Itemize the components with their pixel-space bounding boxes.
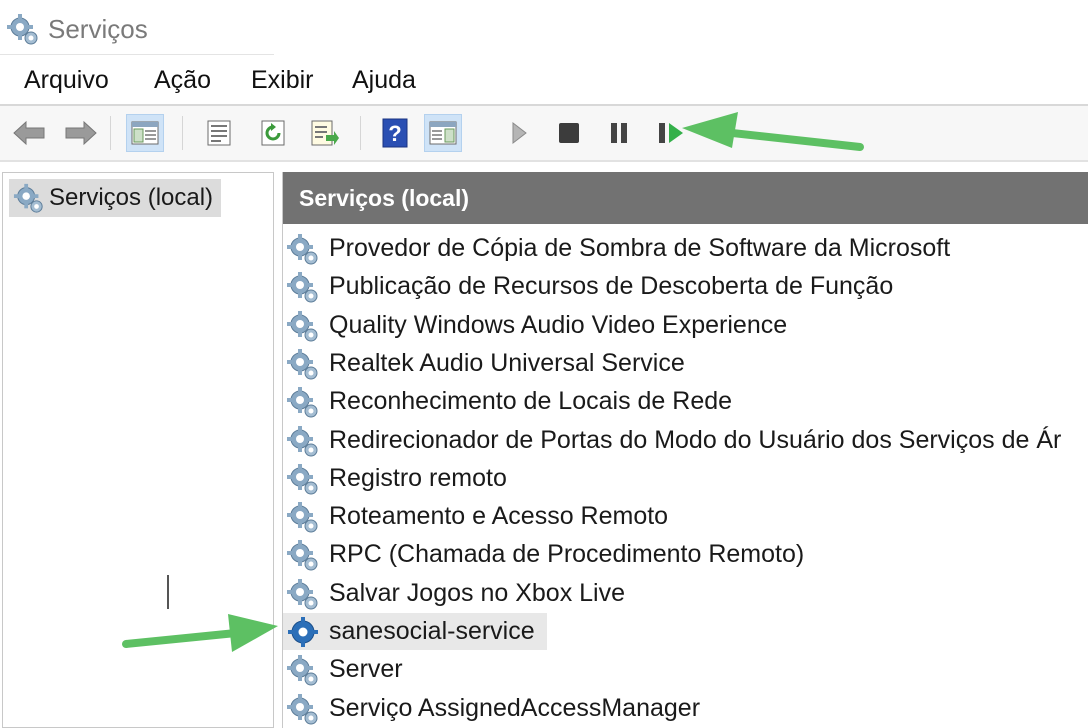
service-name: Publicação de Recursos de Descoberta de … (329, 272, 894, 301)
tree-item-services-local[interactable]: Serviços (local) (9, 179, 222, 217)
title-divider (0, 54, 274, 55)
service-gear-icon (287, 693, 318, 725)
properties-button[interactable] (200, 114, 238, 152)
service-gear-icon (287, 387, 318, 418)
refresh-button[interactable] (254, 114, 292, 152)
back-button[interactable] (10, 114, 48, 152)
service-name: Roteamento e Acesso Remoto (329, 502, 669, 531)
title-bar: Serviços (0, 0, 1088, 58)
help-icon: ? (382, 118, 408, 148)
properties-icon (207, 120, 231, 146)
export-list-icon (311, 120, 339, 146)
service-gear-icon (287, 540, 318, 571)
toolbar: ? (0, 106, 1088, 162)
service-name: sanesocial-service (329, 617, 535, 645)
service-row[interactable]: Publicação de Recursos de Descoberta de … (283, 268, 1088, 305)
back-icon (13, 120, 45, 146)
show-hide-tree-icon (131, 121, 159, 145)
service-row[interactable]: Realtek Audio Universal Service (283, 345, 1088, 382)
service-row[interactable]: Reconhecimento de Locais de Rede (283, 383, 1088, 420)
service-row[interactable]: RPC (Chamada de Procedimento Remoto) (283, 536, 1088, 573)
service-name: Redirecionador de Portas do Modo do Usuá… (329, 425, 1062, 454)
service-name: Quality Windows Audio Video Experience (329, 310, 788, 339)
service-row[interactable]: sanesocial-service (283, 613, 1088, 650)
service-row[interactable]: Serviço AssignedAccessManager (283, 690, 1088, 727)
show-hide-tree-button[interactable] (126, 114, 164, 152)
service-row[interactable]: Redirecionador de Portas do Modo do Usuá… (283, 422, 1088, 459)
console-tree: Serviços (local) (2, 172, 274, 728)
pause-service-icon (611, 123, 627, 143)
toolbar-separator (110, 116, 111, 150)
forward-icon (65, 120, 97, 146)
pause-service-button[interactable] (600, 114, 638, 152)
service-name: Salvar Jogos no Xbox Live (329, 578, 626, 607)
cursor-mark (167, 575, 169, 609)
stop-service-icon (559, 123, 579, 143)
service-gear-icon (287, 655, 318, 686)
services-panel: Serviços (local) Provedor de Cópia de So… (282, 172, 1088, 728)
start-service-icon (512, 121, 527, 145)
service-name: RPC (Chamada de Procedimento Remoto) (329, 540, 805, 569)
refresh-icon (261, 120, 285, 146)
show-hide-action-pane-button[interactable] (424, 114, 462, 152)
service-gear-icon (287, 348, 318, 380)
service-row[interactable]: Server (283, 651, 1088, 688)
service-row[interactable]: Quality Windows Audio Video Experience (283, 307, 1088, 344)
service-name: Server (329, 655, 403, 684)
services-gear-icon (7, 14, 38, 45)
svg-text:?: ? (388, 121, 401, 146)
services-gear-icon (13, 183, 43, 213)
service-gear-icon (287, 425, 318, 456)
tree-item-label: Serviços (local) (49, 184, 214, 211)
service-name: Serviço AssignedAccessManager (329, 693, 701, 722)
stop-service-button[interactable] (550, 114, 588, 152)
service-row[interactable]: Salvar Jogos no Xbox Live (283, 575, 1088, 612)
window-title: Serviços (48, 14, 148, 44)
menu-exibir[interactable]: Exibir (251, 66, 314, 95)
panel-header: Serviços (local) (283, 172, 1088, 224)
service-gear-icon (287, 502, 318, 533)
service-gear-icon (287, 463, 318, 495)
export-list-button[interactable] (306, 114, 344, 152)
toolbar-separator (182, 116, 183, 150)
service-name: Registro remoto (329, 463, 507, 492)
forward-button[interactable] (62, 114, 100, 152)
menu-arquivo[interactable]: Arquivo (24, 66, 109, 95)
menu-acao[interactable]: Ação (154, 66, 211, 95)
resume-service-button[interactable] (652, 114, 690, 152)
service-name: Provedor de Cópia de Sombra de Software … (329, 234, 951, 262)
service-gear-icon (287, 310, 318, 342)
service-row[interactable]: Provedor de Cópia de Sombra de Software … (283, 230, 1088, 267)
service-name: Reconhecimento de Locais de Rede (329, 387, 733, 416)
service-gear-icon (287, 234, 318, 265)
start-service-button[interactable] (500, 114, 538, 152)
resume-service-icon (659, 123, 683, 143)
panel-title: Serviços (local) (299, 185, 470, 211)
service-gear-icon (287, 578, 318, 610)
service-row[interactable]: Roteamento e Acesso Remoto (283, 498, 1088, 535)
toolbar-separator (360, 116, 361, 150)
service-name: Realtek Audio Universal Service (329, 348, 685, 377)
service-gear-icon (287, 272, 318, 303)
menu-bar: Arquivo Ação Exibir Ajuda (0, 58, 1088, 106)
help-button[interactable]: ? (376, 114, 414, 152)
menu-ajuda[interactable]: Ajuda (352, 66, 416, 95)
show-hide-action-pane-icon (429, 121, 457, 145)
service-gear-icon (288, 617, 318, 647)
service-row[interactable]: Registro remoto (283, 460, 1088, 497)
